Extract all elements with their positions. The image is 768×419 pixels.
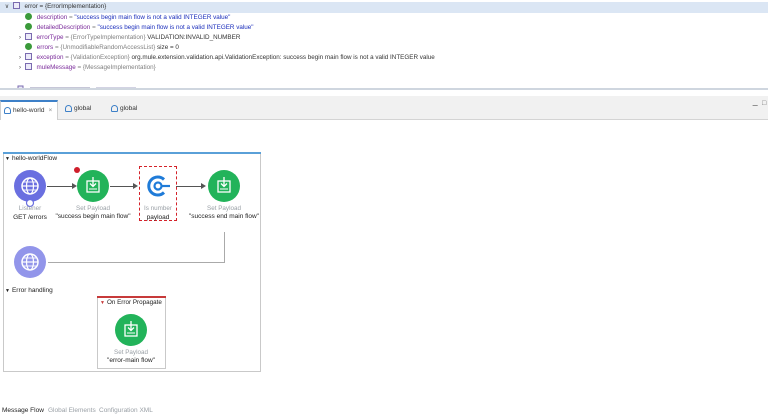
variable-row-exception[interactable]: › exception = {ValidationException} org.… <box>17 53 435 63</box>
selected-row-highlight <box>0 2 768 13</box>
editor-tab-bar: hello-world × global global <box>0 96 768 120</box>
variable-value: VALIDATION:INVALID_NUMBER <box>147 34 241 41</box>
component-type-label: Set Payload <box>114 349 148 356</box>
variable-name: detailedDescription <box>36 24 91 31</box>
variable-name: error <box>24 3 38 10</box>
maximize-icon[interactable]: □ <box>762 100 766 107</box>
mule-file-icon <box>65 105 72 112</box>
variable-row-error-type[interactable]: › errorType = {ErrorTypeImplementation} … <box>17 33 240 43</box>
collapse-triangle-icon[interactable]: ▼ <box>100 300 105 306</box>
variable-type: {ValidationException} <box>70 54 130 61</box>
collapse-triangle-icon[interactable]: ▼ <box>5 156 10 162</box>
panel-border <box>0 88 768 90</box>
variable-type: {ErrorTypeImplementation} <box>70 34 146 41</box>
minimize-icon[interactable]: ⚊ <box>752 100 758 108</box>
on-error-title[interactable]: ▼ On Error Propagate <box>100 299 162 306</box>
object-icon <box>24 63 32 70</box>
flow-header-line <box>3 152 261 154</box>
variable-row-error[interactable]: ∨ error = {ErrorImplementation} <box>3 2 106 12</box>
set-payload-icon <box>124 321 138 337</box>
tab-configuration-xml[interactable]: Configuration XML <box>99 407 153 414</box>
tab-message-flow[interactable]: Message Flow <box>2 407 44 414</box>
mule-file-icon <box>4 107 11 114</box>
is-number-component[interactable] <box>142 170 174 202</box>
collapse-triangle-icon[interactable]: ▼ <box>5 288 10 294</box>
variable-name: exception <box>36 54 64 61</box>
globe-icon <box>21 253 39 271</box>
tab-label: hello-world <box>13 107 45 114</box>
tab-global-elements[interactable]: Global Elements <box>48 407 96 414</box>
flow-arrow <box>47 186 73 187</box>
variable-row-errors[interactable]: errors = {UnmodifiableRandomAccessList} … <box>25 43 179 53</box>
chevron-right-icon[interactable]: › <box>17 53 23 63</box>
field-icon <box>25 43 32 50</box>
chevron-right-icon[interactable]: › <box>17 33 23 43</box>
flow-arrow <box>110 186 134 187</box>
component-value-label: "success end main flow" <box>188 213 259 220</box>
variable-name: description <box>36 14 68 21</box>
variable-value: org.mule.extension.validation.api.Valida… <box>131 54 435 61</box>
variable-type: {ErrorImplementation} <box>44 3 107 10</box>
flow-arrow <box>176 186 202 187</box>
variable-value: "success begin main flow is not a valid … <box>74 14 231 21</box>
object-icon <box>12 2 20 9</box>
tab-global-2[interactable]: global <box>108 100 154 120</box>
close-icon[interactable]: × <box>48 107 52 114</box>
variable-type: {MessageImplementation} <box>82 64 156 71</box>
on-error-header-line <box>97 296 166 298</box>
arrowhead <box>133 183 138 189</box>
on-error-title-text: On Error Propagate <box>106 299 162 306</box>
object-icon <box>24 53 32 60</box>
validation-icon <box>147 175 170 197</box>
variable-name: errorType <box>36 34 64 41</box>
set-payload-component[interactable] <box>115 314 147 346</box>
variable-value: size = 0 <box>157 44 179 51</box>
variable-name: errors <box>36 44 54 51</box>
variable-value: "success begin main flow is not a valid … <box>97 24 254 31</box>
arrowhead <box>201 183 206 189</box>
chevron-right-icon[interactable]: › <box>17 63 23 73</box>
chevron-down-icon[interactable]: ∨ <box>3 2 11 12</box>
tab-hello-world[interactable]: hello-world × <box>0 100 58 120</box>
variable-row-detailed-description[interactable]: detailedDescription = "success begin mai… <box>25 23 254 33</box>
field-icon <box>25 13 32 20</box>
set-payload-icon <box>86 177 100 193</box>
set-payload-component[interactable] <box>77 170 109 202</box>
return-line-horizontal <box>48 262 225 263</box>
response-component[interactable] <box>14 246 46 278</box>
tab-label: global <box>74 105 92 112</box>
set-payload-icon <box>217 177 231 193</box>
editor-view-tabs: Message Flow Global Elements Configurati… <box>0 404 768 419</box>
tab-global[interactable]: global <box>62 100 108 120</box>
set-payload-component[interactable] <box>208 170 240 202</box>
flow-title[interactable]: ▼ hello-worldFlow <box>5 155 57 162</box>
component-value-label: "error-main flow" <box>107 357 155 364</box>
variable-row-description[interactable]: description = "success begin main flow i… <box>25 13 230 23</box>
error-handling-title: Error handling <box>11 287 53 294</box>
variable-row-mule-message[interactable]: › muleMessage = {MessageImplementation} <box>17 63 156 73</box>
flow-title-text: hello-worldFlow <box>11 155 58 162</box>
object-icon <box>24 33 32 40</box>
variable-name: muleMessage <box>36 64 76 71</box>
field-icon <box>25 23 32 30</box>
return-line-vertical <box>224 232 225 262</box>
mule-file-icon <box>111 105 118 112</box>
variables-tree: ∨ error = {ErrorImplementation} descript… <box>0 0 768 90</box>
tab-label: global <box>120 105 138 112</box>
component-type-label: Set Payload <box>207 205 241 212</box>
variable-type: {UnmodifiableRandomAccessList} <box>60 44 156 51</box>
error-handling-section[interactable]: ▼ Error handling <box>5 287 53 294</box>
